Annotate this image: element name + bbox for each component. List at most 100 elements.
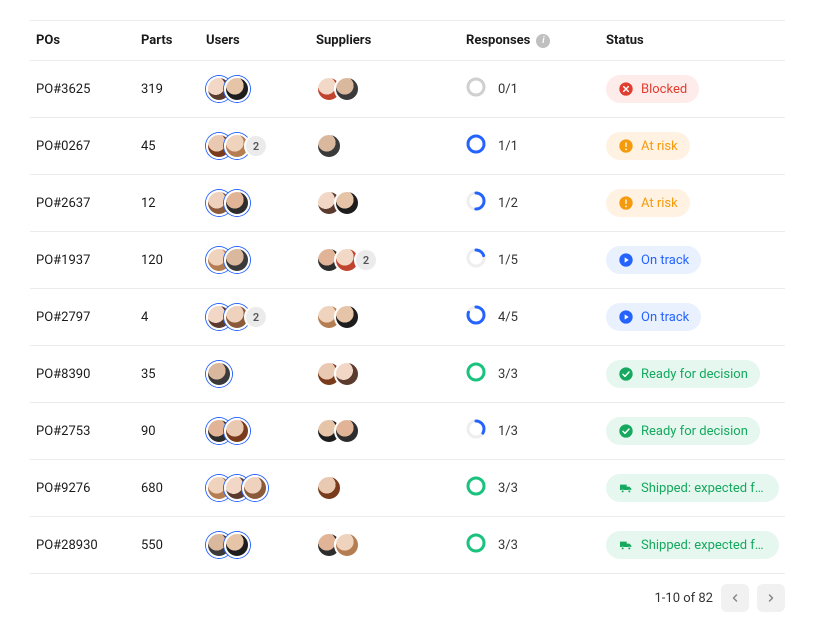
table-row[interactable]: PO#2637 12 1/2 At risk — [30, 175, 785, 232]
cell-users — [200, 232, 310, 289]
cell-parts: 550 — [135, 517, 200, 574]
cell-suppliers: 2 — [310, 232, 460, 289]
column-header-po[interactable]: POs — [30, 21, 135, 61]
cell-users — [200, 346, 310, 403]
status-label: Blocked — [641, 82, 687, 97]
cell-po: PO#3625 — [30, 61, 135, 118]
cell-responses: 3/3 — [460, 460, 600, 517]
responses-text: 1/2 — [498, 196, 518, 211]
alert-circle-icon — [618, 138, 634, 154]
progress-ring-icon — [466, 362, 486, 386]
cell-po: PO#28930 — [30, 517, 135, 574]
status-badge: Shipped: expected for… — [606, 474, 779, 502]
avatar[interactable] — [224, 76, 250, 102]
avatar[interactable] — [334, 361, 360, 387]
next-page-button[interactable] — [757, 584, 785, 612]
cell-po: PO#2753 — [30, 403, 135, 460]
avatar[interactable] — [224, 190, 250, 216]
progress-ring-icon — [466, 305, 486, 329]
cell-parts: 90 — [135, 403, 200, 460]
cell-responses: 0/1 — [460, 61, 600, 118]
progress-ring-icon — [466, 533, 486, 557]
progress-ring-icon — [466, 191, 486, 215]
status-label: On track — [641, 310, 689, 325]
avatar-overflow[interactable]: 2 — [244, 134, 268, 158]
table-row[interactable]: PO#0267 45 2 1/1 At risk — [30, 118, 785, 175]
cell-status: On track — [600, 232, 785, 289]
table-row[interactable]: PO#1937 120 2 1/5 On track — [30, 232, 785, 289]
column-header-parts[interactable]: Parts — [135, 21, 200, 61]
avatar[interactable] — [224, 418, 250, 444]
table-header-row: POs Parts Users Suppliers Responses i St… — [30, 21, 785, 61]
cell-status: Ready for decision — [600, 403, 785, 460]
table-row[interactable]: PO#3625 319 0/1 Blocked — [30, 61, 785, 118]
column-header-suppliers[interactable]: Suppliers — [310, 21, 460, 61]
avatar[interactable] — [224, 532, 250, 558]
cell-suppliers — [310, 61, 460, 118]
progress-ring-icon — [466, 134, 486, 158]
play-circle-icon — [618, 252, 634, 268]
cell-responses: 1/1 — [460, 118, 600, 175]
cell-responses: 3/3 — [460, 517, 600, 574]
status-label: On track — [641, 253, 689, 268]
avatar[interactable] — [334, 418, 360, 444]
avatar[interactable] — [334, 304, 360, 330]
cell-responses: 1/2 — [460, 175, 600, 232]
cell-po: PO#8390 — [30, 346, 135, 403]
responses-text: 4/5 — [498, 310, 518, 325]
column-header-users[interactable]: Users — [200, 21, 310, 61]
avatar[interactable] — [334, 190, 360, 216]
cell-status: Ready for decision — [600, 346, 785, 403]
table-row[interactable]: PO#9276 680 3/3 Shipped: expected for… — [30, 460, 785, 517]
cell-po: PO#0267 — [30, 118, 135, 175]
avatar[interactable] — [334, 76, 360, 102]
chevron-right-icon — [765, 592, 777, 604]
avatar[interactable] — [316, 133, 342, 159]
status-label: At risk — [641, 139, 678, 154]
cell-parts: 120 — [135, 232, 200, 289]
avatar[interactable] — [224, 247, 250, 273]
prev-page-button[interactable] — [721, 584, 749, 612]
status-label: Shipped: expected for… — [641, 538, 767, 553]
cell-parts: 319 — [135, 61, 200, 118]
cell-suppliers — [310, 175, 460, 232]
avatar[interactable] — [206, 361, 232, 387]
status-badge: Ready for decision — [606, 417, 760, 445]
x-circle-icon — [618, 81, 634, 97]
table-row[interactable]: PO#2753 90 1/3 Ready for decision — [30, 403, 785, 460]
cell-po: PO#9276 — [30, 460, 135, 517]
pagination: 1-10 of 82 — [30, 584, 785, 612]
truck-icon — [618, 480, 634, 496]
cell-parts: 12 — [135, 175, 200, 232]
column-header-status[interactable]: Status — [600, 21, 785, 61]
responses-text: 1/5 — [498, 253, 518, 268]
table-row[interactable]: PO#8390 35 3/3 Ready for decision — [30, 346, 785, 403]
responses-text: 0/1 — [498, 82, 518, 97]
cell-parts: 4 — [135, 289, 200, 346]
cell-parts: 35 — [135, 346, 200, 403]
avatar[interactable] — [242, 475, 268, 501]
cell-responses: 3/3 — [460, 346, 600, 403]
table-row[interactable]: PO#2797 4 2 4/5 On track — [30, 289, 785, 346]
column-header-responses[interactable]: Responses i — [460, 21, 600, 61]
cell-users — [200, 175, 310, 232]
avatar-overflow[interactable]: 2 — [354, 248, 378, 272]
cell-status: Blocked — [600, 61, 785, 118]
status-badge: On track — [606, 303, 701, 331]
table-row[interactable]: PO#28930 550 3/3 Shipped: expected for… — [30, 517, 785, 574]
check-circle-icon — [618, 423, 634, 439]
cell-users: 2 — [200, 118, 310, 175]
status-badge: Blocked — [606, 75, 699, 103]
cell-suppliers — [310, 403, 460, 460]
avatar[interactable] — [316, 475, 342, 501]
responses-text: 3/3 — [498, 481, 518, 496]
avatar[interactable] — [334, 532, 360, 558]
progress-ring-icon — [466, 248, 486, 272]
cell-suppliers — [310, 118, 460, 175]
cell-users — [200, 517, 310, 574]
cell-status: On track — [600, 289, 785, 346]
pagination-range: 1-10 of 82 — [654, 591, 713, 606]
avatar-overflow[interactable]: 2 — [244, 305, 268, 329]
info-icon[interactable]: i — [536, 34, 550, 48]
cell-po: PO#1937 — [30, 232, 135, 289]
